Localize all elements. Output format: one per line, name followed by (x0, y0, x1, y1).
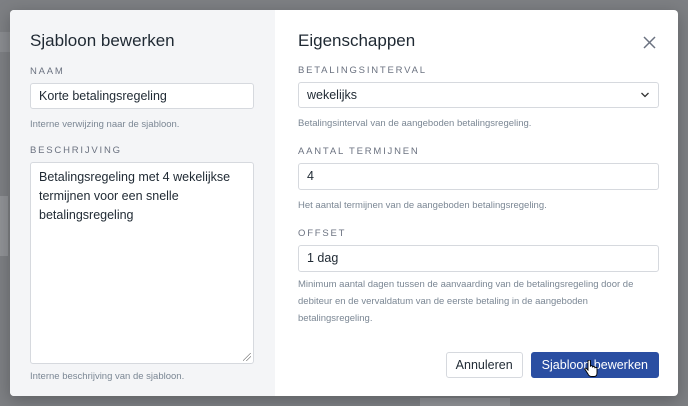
description-label: BESCHRIJVING (30, 145, 122, 156)
resize-handle[interactable] (243, 353, 251, 361)
terms-input[interactable]: 4 (298, 163, 659, 190)
description-textarea[interactable]: Betalingsregeling met 4 wekelijkse termi… (30, 162, 254, 364)
background-text-fragment (0, 32, 10, 52)
offset-input[interactable]: 1 dag (298, 245, 659, 272)
description-hint: Interne beschrijving van de sjabloon. (30, 371, 185, 382)
interval-value: wekelijks (307, 88, 358, 102)
close-icon[interactable] (643, 36, 656, 49)
offset-label: OFFSET (298, 228, 347, 239)
name-label: NAAM (30, 66, 65, 77)
modal-actions: Annuleren Sjabloon bewerken (445, 352, 659, 378)
properties-panel-title: Eigenschappen (298, 31, 416, 50)
name-hint: Interne verwijzing naar de sjabloon. (30, 119, 180, 130)
edit-template-modal: Sjabloon bewerken NAAM Korte betalingsre… (10, 10, 678, 396)
name-input[interactable]: Korte betalingsregeling (30, 83, 254, 109)
terms-label: AANTAL TERMIJNEN (298, 146, 420, 157)
offset-hint: Minimum aantal dagen tussen de aanvaardi… (298, 279, 634, 324)
template-panel: Sjabloon bewerken NAAM Korte betalingsre… (10, 10, 275, 396)
properties-panel: Eigenschappen BETALINGSINTERVAL wekelijk… (275, 10, 678, 396)
interval-label: BETALINGSINTERVAL (298, 65, 427, 76)
template-panel-title: Sjabloon bewerken (30, 31, 175, 50)
hand-pointer-cursor (584, 360, 598, 377)
interval-select[interactable]: wekelijks (298, 82, 659, 108)
chevron-down-icon (641, 92, 649, 98)
background-block (0, 196, 8, 256)
cancel-button[interactable]: Annuleren (445, 352, 523, 378)
background-bottom-block (420, 398, 510, 406)
terms-hint: Het aantal termijnen van de aangeboden b… (298, 200, 547, 211)
description-text: Betalingsregeling met 4 wekelijkse termi… (39, 170, 231, 222)
interval-hint: Betalingsinterval van de aangeboden beta… (298, 118, 532, 129)
